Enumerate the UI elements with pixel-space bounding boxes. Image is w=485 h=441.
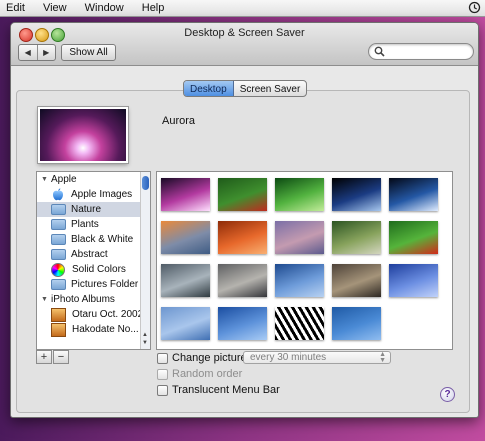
forward-arrow-icon[interactable]: ▶ [38, 45, 56, 60]
translucent-menu-bar-option[interactable]: Translucent Menu Bar [157, 384, 280, 396]
source-item-label: Abstract [71, 249, 108, 260]
source-list-controls: + − [36, 350, 70, 364]
back-arrow-icon[interactable]: ◀ [19, 45, 38, 60]
wallpaper-thumbnail-blue-mist[interactable] [218, 307, 267, 340]
source-group-label: Apple [51, 174, 77, 185]
wallpaper-thumbnail-zen-stones[interactable] [218, 264, 267, 297]
source-item-label: Apple Images [71, 189, 133, 200]
picture-source-list[interactable]: ▼ Apple Apple Images Nature Plants Black… [36, 171, 151, 350]
source-item-plants[interactable]: Plants [37, 217, 150, 232]
remove-source-button[interactable]: − [53, 350, 69, 364]
source-item-black-white[interactable]: Black & White [37, 232, 150, 247]
wallpaper-thumbnail-blue-ripples[interactable] [332, 307, 381, 340]
change-interval-popup[interactable]: every 30 minutes ▲ ▼ [243, 351, 391, 364]
source-item-label: Otaru Oct. 2002 [72, 309, 144, 320]
wallpaper-thumbnail-earth-horizon[interactable] [389, 178, 438, 211]
source-list-scrollbar[interactable]: ▲ ▼ [140, 172, 150, 349]
iphoto-album-icon [51, 307, 66, 322]
menu-window[interactable]: Window [76, 2, 133, 14]
disclosure-triangle-icon[interactable]: ▼ [41, 296, 49, 303]
source-group-apple[interactable]: ▼ Apple [37, 172, 150, 187]
wallpaper-thumbnail-zebra[interactable] [275, 307, 324, 340]
disclosure-triangle-icon[interactable]: ▼ [41, 176, 49, 183]
source-item-label: Hakodate No... [72, 324, 139, 335]
wallpaper-thumbnail-orange-dunes[interactable] [218, 221, 267, 254]
wallpaper-thumbnail-earth[interactable] [332, 178, 381, 211]
scrollbar-thumb[interactable] [142, 176, 149, 190]
random-order-checkbox[interactable] [157, 368, 168, 380]
change-picture-label: Change picture: [172, 352, 250, 364]
back-forward-buttons: ◀ ▶ [18, 44, 56, 61]
wallpaper-thumbnail-blue-wave[interactable] [389, 264, 438, 297]
folder-icon [51, 249, 66, 260]
iphoto-album-icon [51, 322, 66, 337]
source-item-hakodate[interactable]: Hakodate No... [37, 322, 150, 337]
wallpaper-thumbnail-ladybugs-on-leaves[interactable] [218, 178, 267, 211]
current-picture-name: Aurora [162, 115, 196, 127]
random-order-label: Random order [172, 368, 243, 380]
system-preferences-window: Desktop & Screen Saver ◀ ▶ Show All Desk… [10, 22, 479, 418]
folder-icon [51, 219, 66, 230]
source-item-abstract[interactable]: Abstract [37, 247, 150, 262]
search-icon [374, 46, 385, 57]
help-button[interactable]: ? [440, 387, 455, 402]
folder-icon [51, 234, 66, 245]
apple-icon [51, 188, 64, 201]
wallpaper-thumbnail-calm-sea[interactable] [161, 307, 210, 340]
menu-bar: Edit View Window Help [0, 0, 485, 17]
wallpaper-thumbnail-green-dewdrop[interactable] [275, 178, 324, 211]
source-item-label: Solid Colors [72, 264, 126, 275]
wallpaper-thumbnail-sand-ripples[interactable] [275, 221, 324, 254]
wallpaper-thumbnail-hilltop-pagoda[interactable] [332, 221, 381, 254]
folder-icon [51, 279, 66, 290]
tab-bar: Desktop Screen Saver [183, 80, 308, 97]
wallpaper-thumbnail-pebbles[interactable] [332, 264, 381, 297]
tab-desktop[interactable]: Desktop [184, 81, 234, 96]
source-item-label: Black & White [71, 234, 134, 245]
search-input[interactable] [368, 43, 474, 60]
source-item-solid-colors[interactable]: Solid Colors [37, 262, 150, 277]
add-source-button[interactable]: + [36, 350, 52, 364]
show-all-button[interactable]: Show All [61, 44, 116, 61]
source-item-label: Pictures Folder [71, 279, 139, 290]
source-group-iphoto-albums[interactable]: ▼ iPhoto Albums [37, 292, 150, 307]
source-item-otaru[interactable]: Otaru Oct. 2002 [37, 307, 150, 322]
source-item-label: Nature [71, 204, 102, 215]
change-interval-value: every 30 minutes [250, 352, 327, 363]
scroll-arrows-icon[interactable]: ▲ ▼ [142, 331, 148, 347]
source-item-nature[interactable]: Nature [37, 202, 150, 217]
menu-help[interactable]: Help [133, 2, 174, 14]
tab-screen-saver[interactable]: Screen Saver [234, 81, 307, 96]
wallpaper-thumbnail-grid [156, 171, 453, 350]
wallpaper-thumbnail-blue-water[interactable] [275, 264, 324, 297]
menu-view[interactable]: View [34, 2, 76, 14]
wallpaper-thumbnail-ladybug-leaf[interactable] [389, 221, 438, 254]
window-toolbar: Desktop & Screen Saver ◀ ▶ Show All [11, 23, 478, 66]
wallpaper-thumbnail-lake-reeds[interactable] [161, 264, 210, 297]
random-order-option[interactable]: Random order [157, 368, 242, 380]
source-item-pictures-folder[interactable]: Pictures Folder [37, 277, 150, 292]
folder-icon [51, 204, 66, 215]
change-picture-checkbox[interactable] [157, 352, 168, 364]
time-machine-icon[interactable] [468, 1, 481, 14]
wallpaper-thumbnail-sunset-clouds[interactable] [161, 221, 210, 254]
wallpaper-thumbnail-aurora[interactable] [161, 178, 210, 211]
source-group-label: iPhoto Albums [51, 294, 115, 305]
color-wheel-icon [51, 262, 65, 277]
current-desktop-preview [38, 107, 128, 163]
popup-arrows-icon: ▲ ▼ [379, 351, 386, 364]
change-picture-option[interactable]: Change picture: [157, 352, 250, 364]
source-item-label: Plants [71, 219, 99, 230]
translucent-menu-bar-checkbox[interactable] [157, 384, 168, 396]
translucent-menu-bar-label: Translucent Menu Bar [172, 384, 280, 396]
window-title: Desktop & Screen Saver [184, 27, 305, 39]
source-item-apple-images[interactable]: Apple Images [37, 187, 150, 202]
menu-edit[interactable]: Edit [0, 2, 34, 14]
